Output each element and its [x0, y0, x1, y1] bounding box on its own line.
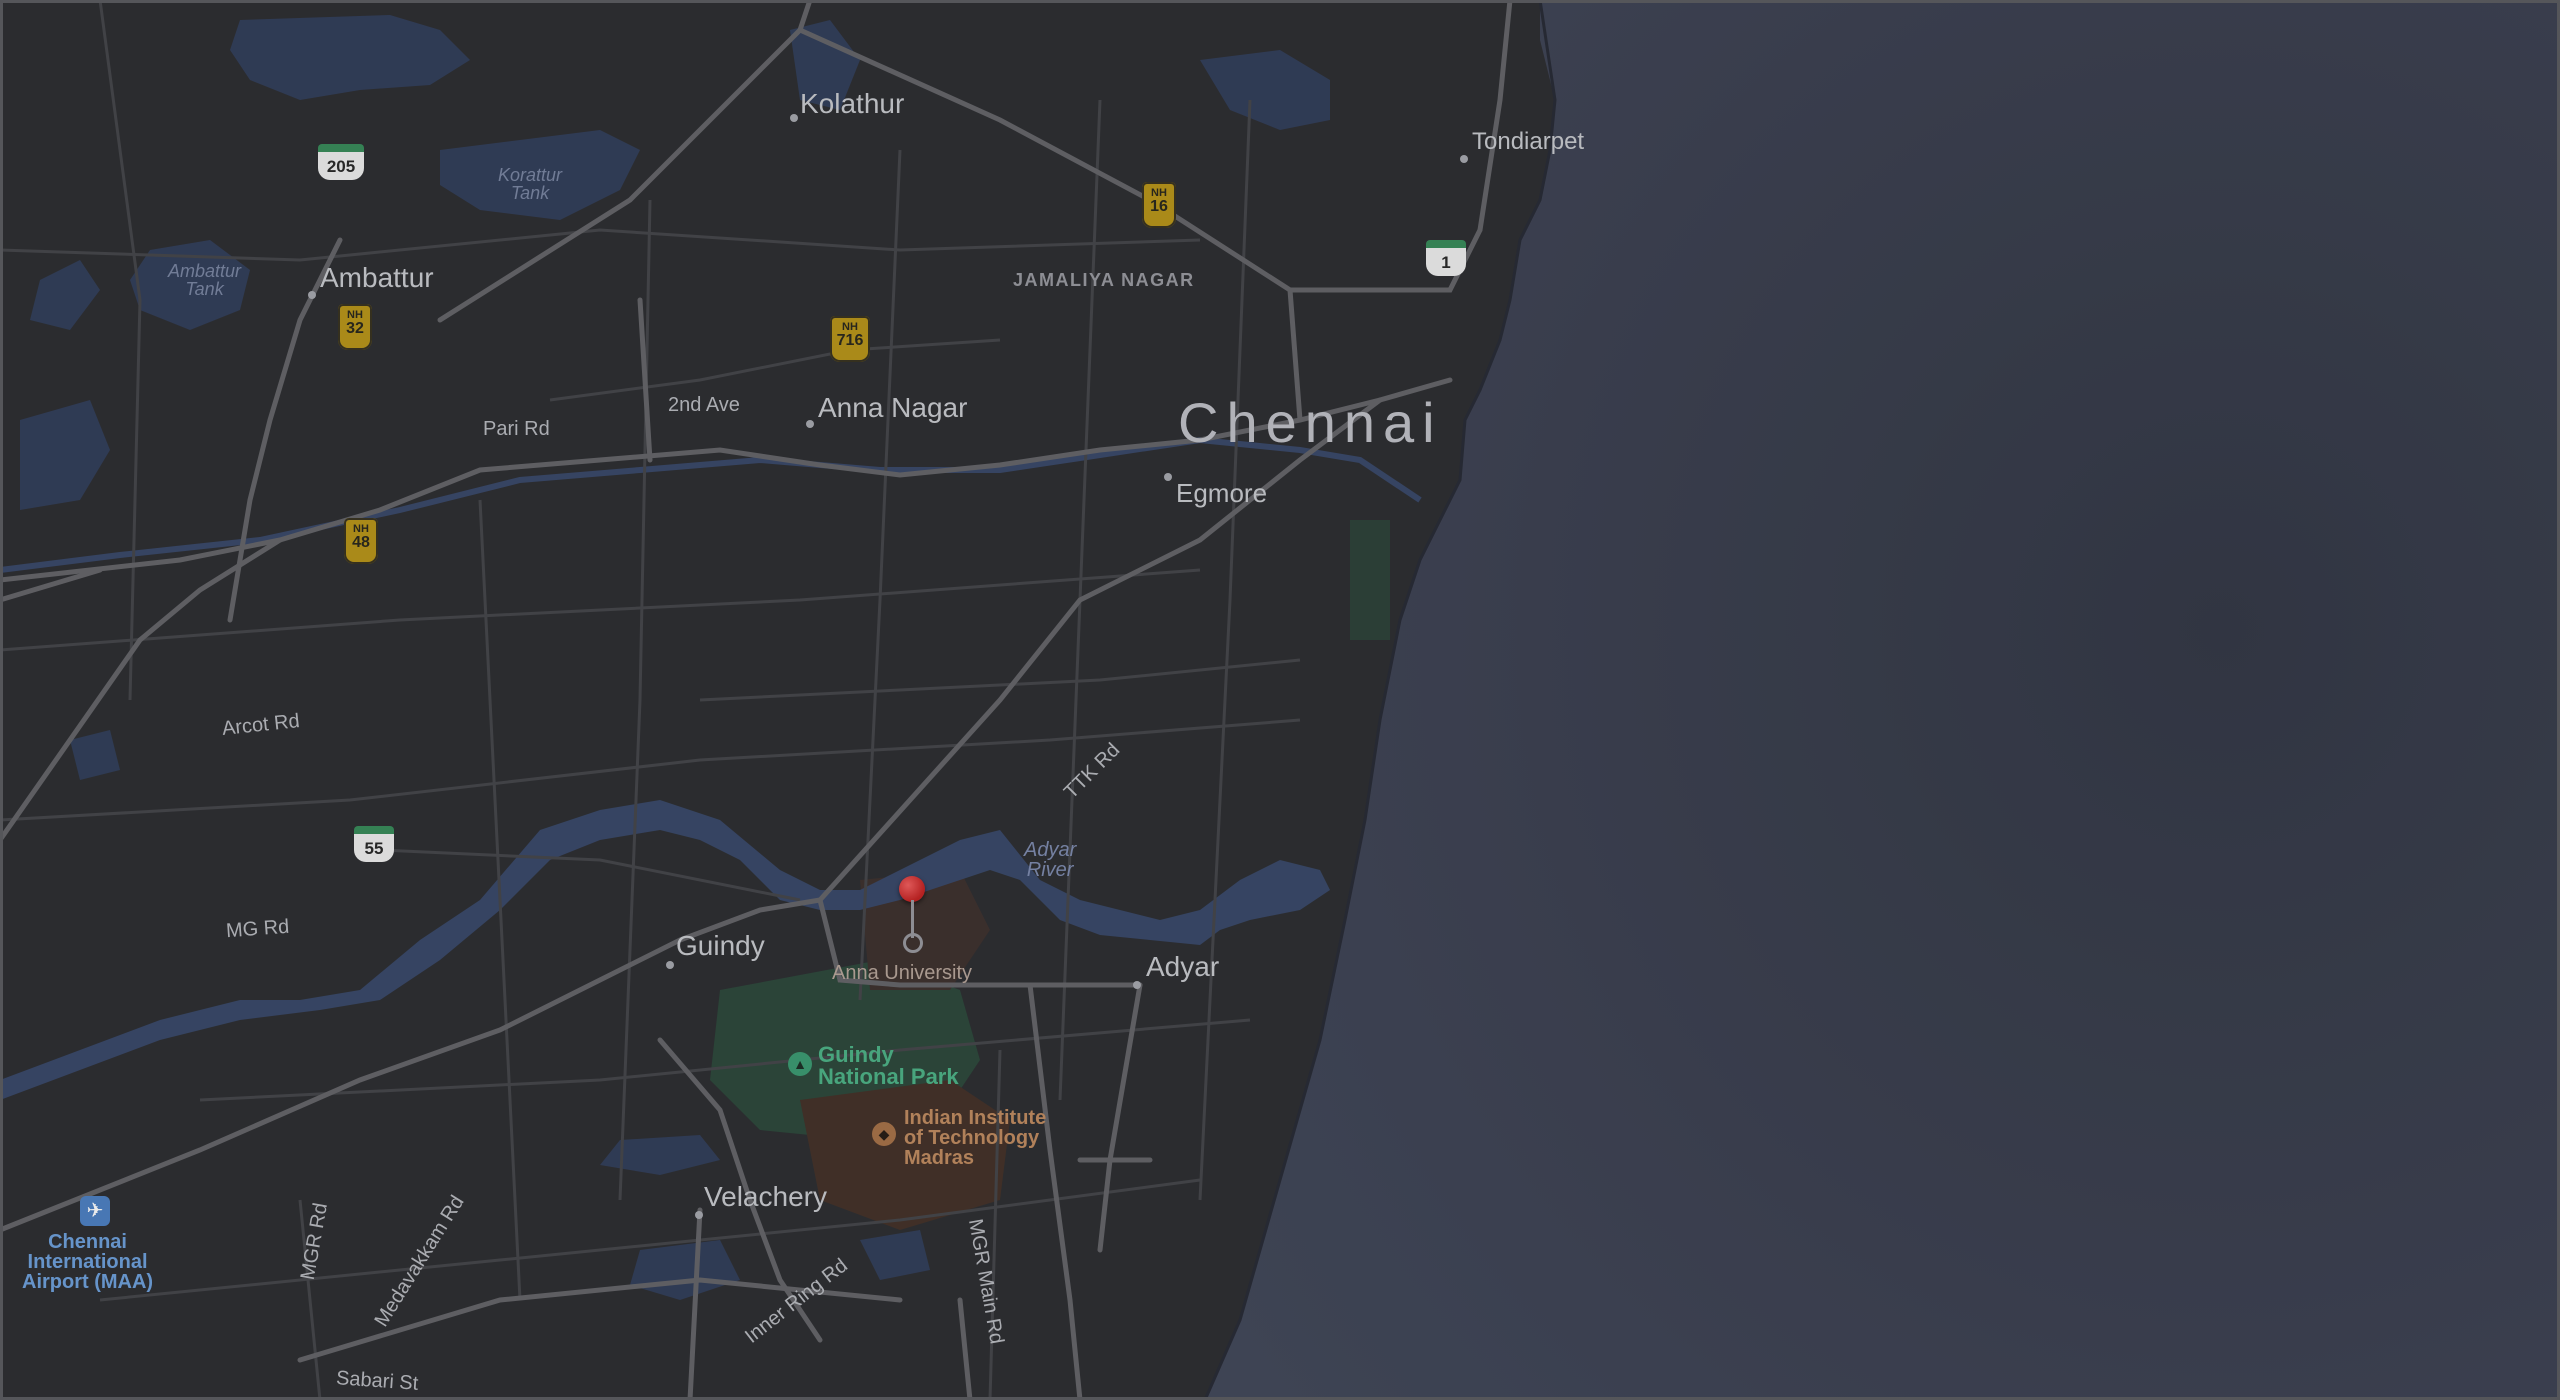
city-label-chennai[interactable]: Chennai — [1178, 390, 1443, 455]
bay-of-bengal — [1205, 0, 2560, 1400]
poi-chennai-airport[interactable]: Chennai International Airport (MAA) — [22, 1232, 153, 1292]
guindy-dot — [666, 961, 674, 969]
airplane-icon[interactable]: ✈ — [80, 1196, 110, 1226]
sh55-shield[interactable]: 55 — [354, 826, 394, 862]
tondiarpet-dot — [1460, 155, 1468, 163]
nh716-shield[interactable]: NH 716 — [830, 316, 870, 362]
kolathur-dot — [790, 114, 798, 122]
tree-icon[interactable]: ▲ — [788, 1052, 812, 1076]
pin-location-marker — [903, 933, 923, 953]
road-label-2nd-ave[interactable]: 2nd Ave — [668, 394, 740, 417]
adyar-dot — [1133, 981, 1141, 989]
locality-guindy[interactable]: Guindy — [676, 930, 765, 962]
road-label-pari-rd[interactable]: Pari Rd — [483, 418, 550, 441]
poi-guindy-national-park[interactable]: Guindy National Park — [818, 1044, 959, 1088]
sh205-shield[interactable]: 205 — [318, 144, 364, 180]
locality-velachery[interactable]: Velachery — [704, 1181, 827, 1213]
locality-tondiarpet[interactable]: Tondiarpet — [1472, 128, 1584, 156]
graduation-cap-icon[interactable]: ◆ — [872, 1122, 896, 1146]
pin-label-anna-university[interactable]: Anna University — [832, 962, 972, 985]
water-label-ambattur-tank[interactable]: Ambattur Tank — [168, 262, 241, 298]
ambattur-dot — [308, 291, 316, 299]
water-bodies — [20, 15, 1330, 1300]
egmore-dot — [1164, 473, 1172, 481]
district-jamaliya-nagar[interactable]: JAMALIYA NAGAR — [1013, 270, 1195, 291]
anna-nagar-dot — [806, 420, 814, 428]
water-label-adyar-river[interactable]: Adyar River — [1024, 840, 1076, 880]
velachery-dot — [695, 1211, 703, 1219]
map-pin-icon[interactable] — [899, 876, 925, 902]
poi-iit-madras[interactable]: Indian Institute of Technology Madras — [904, 1108, 1046, 1168]
road-label-mg-rd[interactable]: MG Rd — [225, 916, 290, 943]
locality-adyar[interactable]: Adyar — [1146, 951, 1219, 983]
locality-ambattur[interactable]: Ambattur — [320, 262, 434, 294]
water-label-korattur-tank[interactable]: Korattur Tank — [498, 166, 562, 202]
nh16-shield[interactable]: NH 16 — [1142, 182, 1176, 228]
nh48-shield[interactable]: NH 48 — [344, 518, 378, 564]
map-base-layer — [0, 0, 2560, 1400]
locality-kolathur[interactable]: Kolathur — [800, 88, 904, 120]
sh1-shield[interactable]: 1 — [1426, 240, 1466, 276]
nh32-shield[interactable]: NH 32 — [338, 304, 372, 350]
locality-anna-nagar[interactable]: Anna Nagar — [818, 392, 967, 424]
locality-egmore[interactable]: Egmore — [1176, 478, 1267, 509]
map-canvas[interactable]: Chennai Kolathur Tondiarpet Ambattur Ann… — [0, 0, 2560, 1400]
